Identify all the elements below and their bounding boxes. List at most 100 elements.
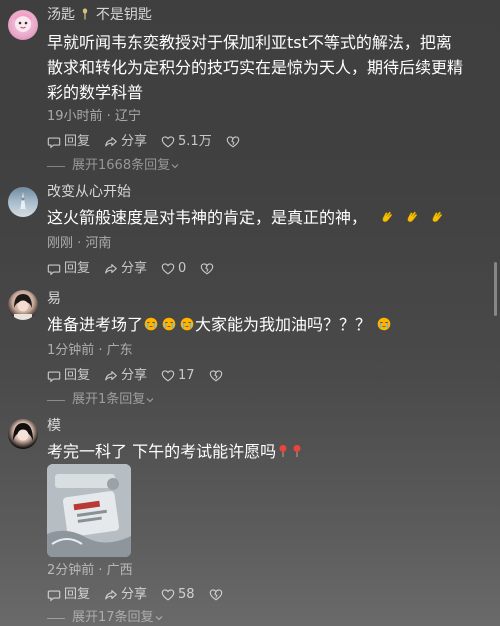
comment-text: 准备进考场了 大家能为我加油吗？？？ [47,312,486,337]
avatar[interactable] [8,419,38,449]
share-label: 分享 [121,261,148,276]
share-arrow-icon [104,135,118,149]
share-button[interactable]: 分享 [104,587,147,603]
comment-actions: 回复 分享 0 [47,261,231,277]
comment-photo[interactable] [47,464,131,557]
divider [47,399,65,401]
dislike-button[interactable] [200,262,217,276]
expand-replies-label: 展开1条回复 [72,392,146,407]
cry-emoji-icon [144,317,158,331]
like-button[interactable]: 17 [161,368,195,384]
reply-button[interactable]: 回复 [47,134,90,150]
avatar[interactable] [8,290,38,320]
broken-heart-icon [209,369,223,383]
comment-text-body: 考完一科了 下午的考试能许愿吗 [47,442,277,461]
clap-emoji-icon [430,210,444,224]
like-count: 5.1万 [178,134,212,149]
expand-replies-button[interactable]: 展开1条回复 [47,392,155,408]
reply-button[interactable]: 回复 [47,587,90,603]
comment-text-body: 大家能为我加油吗？？？ [195,315,372,334]
comment-bubble-icon [47,262,61,276]
reply-label: 回复 [64,134,91,149]
expand-replies-button[interactable]: 展开1668条回复 [47,158,180,174]
like-count: 17 [178,368,195,383]
comment-meta: 刚刚 · 河南 [47,236,112,251]
comment-line: 散求和转化为定积分的技巧实在是惊为天人，期待后续更精 [47,58,464,77]
chevron-down-icon [145,395,155,405]
avatar[interactable] [8,10,38,40]
comment-meta: 19小时前 · 辽宁 [47,109,141,124]
heart-icon [161,135,175,149]
chevron-down-icon [154,613,164,623]
comment-text-body: 这火箭般速度是对韦神的肯定，是真正的神， [47,208,368,227]
avatar-image [14,294,32,320]
clap-emoji-icon [405,210,419,224]
comment-bubble-icon [47,369,61,383]
like-button[interactable]: 0 [161,261,186,277]
wish-icon [278,444,288,458]
dislike-button[interactable] [209,588,226,602]
comment-actions: 回复 分享 5.1万 [47,134,257,150]
username-text: 汤匙 [47,7,75,23]
heart-icon [161,588,175,602]
cry-emoji-icon [162,317,176,331]
share-arrow-icon [104,588,118,602]
like-button[interactable]: 58 [161,587,195,603]
comment-text: 早就听闻韦东奕教授对于保加利亚tst不等式的解法，把离 散求和转化为定积分的技巧… [47,30,486,105]
dislike-button[interactable] [209,369,226,383]
share-arrow-icon [104,262,118,276]
comment-line: 早就听闻韦东奕教授对于保加利亚tst不等式的解法，把离 [47,33,452,52]
reply-button[interactable]: 回复 [47,368,90,384]
comment-line: 彩的数学科普 [47,83,144,102]
chevron-down-icon [170,161,180,171]
comment-text: 这火箭般速度是对韦神的肯定，是真正的神， [47,205,486,230]
like-count: 58 [178,587,195,602]
comment-meta: 2分钟前 · 广西 [47,563,133,578]
avatar-image [13,423,33,441]
avatar-image [12,13,34,32]
like-button[interactable]: 5.1万 [161,134,212,150]
clap-emoji-icon [380,210,394,224]
avatar-image [18,192,28,213]
photo-image [47,464,131,557]
comment-meta: 1分钟前 · 广东 [47,343,133,358]
like-count: 0 [178,261,187,276]
heart-icon [161,369,175,383]
divider [47,617,65,619]
comment-actions: 回复 分享 58 [47,587,240,603]
avatar[interactable] [8,187,38,217]
share-label: 分享 [121,134,148,149]
username[interactable]: 易 [47,290,61,308]
comment-bubble-icon [47,135,61,149]
share-arrow-icon [104,369,118,383]
username[interactable]: 模 [47,417,61,435]
spoon-icon [83,8,88,20]
comment-text: 考完一科了 下午的考试能许愿吗 [47,439,486,464]
share-button[interactable]: 分享 [104,134,147,150]
share-button[interactable]: 分享 [104,368,147,384]
comment-actions: 回复 分享 17 [47,368,240,384]
divider [47,165,65,167]
share-label: 分享 [121,368,148,383]
broken-heart-icon [226,135,240,149]
cry-emoji-icon [180,317,194,331]
username[interactable]: 汤匙 不是钥匙 [47,6,152,24]
wish-icon [292,444,302,458]
username-suffix: 不是钥匙 [95,7,152,23]
comment-text-body: 准备进考场了 [47,315,144,334]
username[interactable]: 改变从心开始 [47,183,131,201]
expand-replies-button[interactable]: 展开17条回复 [47,610,164,626]
comment-bubble-icon [47,588,61,602]
broken-heart-icon [209,588,223,602]
dislike-button[interactable] [226,135,243,149]
reply-button[interactable]: 回复 [47,261,90,277]
heart-icon [161,262,175,276]
share-label: 分享 [121,587,148,602]
cry-emoji-icon [377,317,391,331]
share-button[interactable]: 分享 [104,261,147,277]
reply-label: 回复 [64,587,91,602]
expand-replies-label: 展开1668条回复 [72,158,171,173]
expand-replies-label: 展开17条回复 [72,610,154,625]
reply-label: 回复 [64,261,91,276]
scrollbar[interactable] [494,262,497,316]
